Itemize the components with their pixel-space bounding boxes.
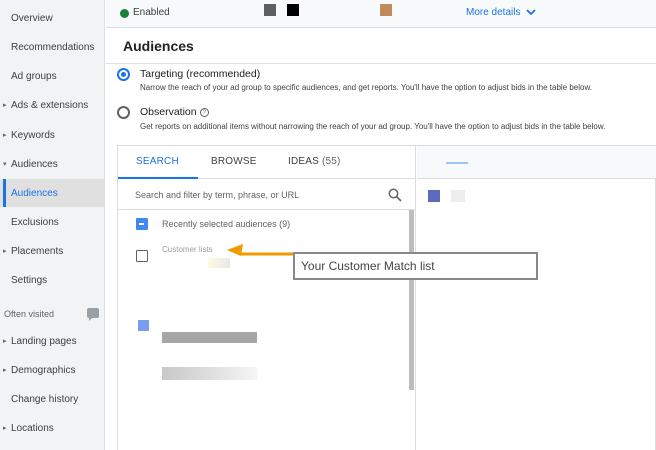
- status-text: Enabled: [133, 7, 170, 18]
- nav-item-overview[interactable]: Overview: [0, 4, 105, 32]
- chevron-down-icon: [526, 9, 537, 16]
- nav-label: Audiences: [11, 187, 58, 199]
- recently-selected-label: Recently selected audiences (9): [162, 219, 291, 229]
- audience-picker-panel: SEARCH BROWSE IDEAS (55) Recently select…: [117, 145, 656, 450]
- annotation-arrow-icon: [227, 244, 295, 256]
- caret-right-icon: ▸: [3, 338, 7, 345]
- redacted-block: [428, 190, 440, 202]
- nav-label: Ads & extensions: [11, 99, 89, 111]
- observation-title: Observation: [140, 106, 197, 118]
- redacted-block: [264, 4, 276, 16]
- nav-item-locations[interactable]: ▸ Locations: [0, 414, 105, 442]
- nav-label: Change history: [11, 393, 79, 405]
- targeting-description: Narrow the reach of your ad group to spe…: [140, 83, 593, 92]
- nav-item-demographics[interactable]: ▸ Demographics: [0, 356, 105, 384]
- redacted-block: [446, 162, 468, 164]
- caret-down-icon: ▾: [3, 161, 7, 168]
- page-header: Audiences: [106, 28, 656, 64]
- observation-radio[interactable]: [117, 106, 130, 119]
- nav-item-landing-pages[interactable]: ▸ Landing pages: [0, 327, 105, 355]
- observation-title-row: Observation?: [140, 106, 209, 118]
- selected-pane-header: [417, 146, 656, 179]
- search-row: [118, 180, 415, 210]
- nav-item-ads-extensions[interactable]: ▸ Ads & extensions: [0, 91, 105, 119]
- customer-lists-label: Customer lists: [162, 245, 213, 254]
- nav-label: Ad groups: [11, 70, 57, 82]
- targeting-title: Targeting (recommended): [140, 68, 261, 80]
- caret-right-icon: ▸: [3, 367, 7, 374]
- nav-item-keywords[interactable]: ▸ Keywords: [0, 121, 105, 149]
- customer-lists-checkbox[interactable]: [136, 250, 148, 262]
- redacted-block: [162, 367, 257, 380]
- often-visited-heading: Often visited: [4, 309, 55, 319]
- redacted-block: [451, 190, 465, 202]
- selected-audiences-pane: [417, 146, 656, 450]
- redacted-block: [287, 4, 299, 16]
- tab-label: BROWSE: [211, 156, 257, 167]
- caret-right-icon: ▸: [3, 132, 7, 139]
- recently-selected-checkbox[interactable]: [136, 218, 148, 230]
- nav-label: Keywords: [11, 129, 55, 141]
- nav-label: Recommendations: [11, 41, 95, 53]
- tab-ideas[interactable]: IDEAS (55): [288, 156, 341, 167]
- annotation-callout: Your Customer Match list: [293, 252, 538, 280]
- tab-search[interactable]: SEARCH: [136, 156, 179, 167]
- tab-label: SEARCH: [136, 156, 179, 167]
- redacted-block: [162, 332, 257, 343]
- nav-item-placements[interactable]: ▸ Placements: [0, 237, 105, 265]
- audience-list-pane: SEARCH BROWSE IDEAS (55) Recently select…: [118, 146, 416, 450]
- caret-right-icon: ▸: [3, 102, 7, 109]
- help-icon[interactable]: ?: [199, 108, 209, 117]
- status-bar: Enabled More details: [106, 0, 656, 28]
- nav-item-settings[interactable]: Settings: [0, 266, 105, 294]
- nav-item-ad-groups[interactable]: Ad groups: [0, 62, 105, 90]
- nav-label: Landing pages: [11, 335, 77, 347]
- tab-label: IDEAS: [288, 156, 320, 167]
- nav-item-change-history[interactable]: Change history: [0, 385, 105, 413]
- nav-label: Exclusions: [11, 216, 59, 228]
- redacted-block: [138, 320, 149, 331]
- caret-right-icon: ▸: [3, 425, 7, 432]
- annotation-text: Your Customer Match list: [301, 259, 435, 273]
- tab-browse[interactable]: BROWSE: [211, 156, 257, 167]
- nav-item-audiences-group[interactable]: ▾ Audiences: [0, 150, 105, 178]
- nav-label: Overview: [11, 12, 53, 24]
- ideas-count: (55): [322, 156, 341, 167]
- redacted-block: [380, 4, 392, 16]
- more-details-link[interactable]: More details: [466, 7, 537, 18]
- left-navigation: Overview Recommendations Ad groups ▸ Ads …: [0, 0, 105, 450]
- observation-description: Get reports on additional items without …: [140, 122, 606, 131]
- nav-label: Audiences: [11, 158, 58, 170]
- search-input[interactable]: [135, 186, 375, 204]
- nav-item-audiences[interactable]: Audiences: [0, 179, 105, 207]
- nav-item-recommendations[interactable]: Recommendations: [0, 33, 105, 61]
- tab-bar: SEARCH BROWSE IDEAS (55): [118, 146, 415, 179]
- nav-label: Placements: [11, 245, 64, 257]
- nav-item-exclusions[interactable]: Exclusions: [0, 208, 105, 236]
- targeting-radio[interactable]: [117, 68, 130, 81]
- search-icon[interactable]: [388, 188, 402, 202]
- caret-right-icon: ▸: [3, 248, 7, 255]
- active-tab-indicator: [118, 177, 198, 179]
- nav-label: Settings: [11, 274, 48, 286]
- nav-label: Demographics: [11, 364, 76, 376]
- page-title: Audiences: [123, 38, 194, 54]
- enabled-status-icon: [120, 9, 129, 18]
- nav-label: Locations: [11, 422, 54, 434]
- more-details-label: More details: [466, 7, 521, 18]
- feedback-icon[interactable]: [87, 308, 99, 321]
- scrollbar[interactable]: [409, 210, 414, 390]
